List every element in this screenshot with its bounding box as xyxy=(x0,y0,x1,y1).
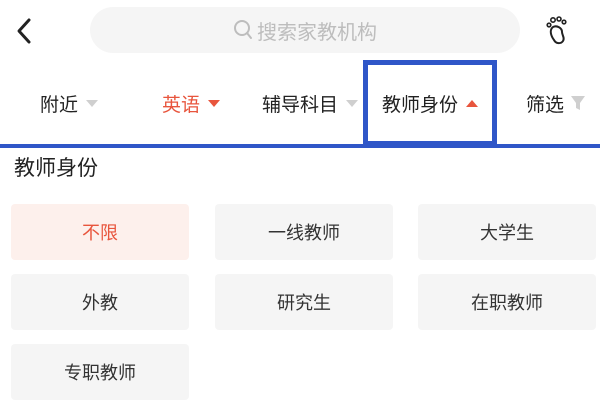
option-label: 一线教师 xyxy=(268,223,340,244)
back-button[interactable] xyxy=(10,14,38,48)
tab-subject-english[interactable]: 英语 xyxy=(162,62,221,144)
chevron-up-icon xyxy=(466,99,478,107)
search-placeholder: 搜索家教机构 xyxy=(257,19,377,44)
footprint-icon xyxy=(546,16,567,45)
option-label: 大学生 xyxy=(480,223,534,244)
tab-nearby[interactable]: 附近 xyxy=(40,62,99,144)
option-fulltime-teacher[interactable]: 专职教师 xyxy=(11,344,189,400)
chevron-down-icon xyxy=(346,99,359,107)
option-graduate-student[interactable]: 研究生 xyxy=(215,274,393,330)
search-input[interactable]: 搜索家教机构 xyxy=(90,7,520,53)
option-college-student[interactable]: 大学生 xyxy=(418,204,596,260)
option-unlimited[interactable]: 不限 xyxy=(11,204,189,260)
tab-label: 英语 xyxy=(162,93,201,116)
footprint-button[interactable] xyxy=(542,14,574,48)
option-foreign-teacher[interactable]: 外教 xyxy=(11,274,189,330)
chevron-down-icon xyxy=(208,99,221,107)
funnel-icon xyxy=(570,94,586,112)
option-label: 不限 xyxy=(82,223,118,244)
option-frontline-teacher[interactable]: 一线教师 xyxy=(215,204,393,260)
teacher-identity-panel: 教师身份 不限 一线教师 大学生 外教 研究生 在职教师 专职教师 xyxy=(0,148,600,415)
tab-filter[interactable]: 筛选 xyxy=(526,62,586,144)
tab-label: 辅导科目 xyxy=(262,93,339,116)
filter-bar: 附近 英语 辅导科目 教师身份 筛选 xyxy=(0,60,600,146)
chevron-down-icon xyxy=(86,99,99,107)
tab-teacher-identity[interactable]: 教师身份 xyxy=(363,60,497,146)
option-label: 外教 xyxy=(82,293,118,314)
chevron-left-icon xyxy=(17,18,31,44)
option-label: 在职教师 xyxy=(471,293,543,314)
top-bar: 搜索家教机构 xyxy=(0,0,600,62)
option-label: 专职教师 xyxy=(64,363,136,384)
option-incumbent-teacher[interactable]: 在职教师 xyxy=(418,274,596,330)
search-icon xyxy=(233,19,253,41)
tab-label: 教师身份 xyxy=(381,93,458,116)
tab-label: 筛选 xyxy=(526,93,565,116)
tab-label: 附近 xyxy=(40,93,79,116)
option-label: 研究生 xyxy=(277,293,331,314)
panel-title: 教师身份 xyxy=(14,156,98,180)
tab-tutoring-subject[interactable]: 辅导科目 xyxy=(262,62,359,144)
